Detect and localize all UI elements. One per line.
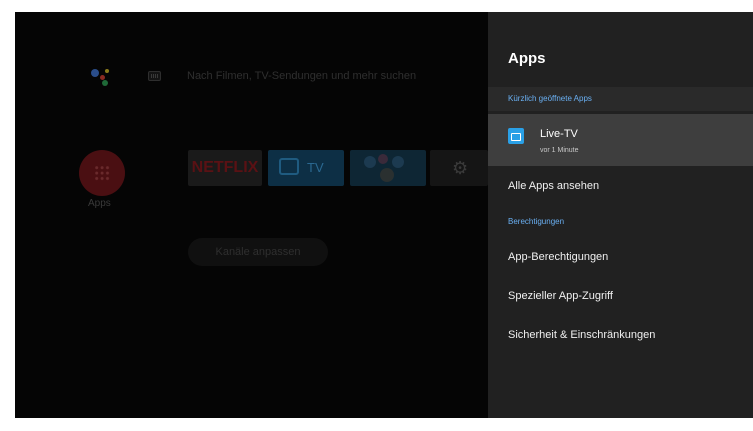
keyboard-icon[interactable] xyxy=(148,71,161,81)
games-tile[interactable] xyxy=(350,150,426,186)
google-assistant-icon[interactable] xyxy=(89,66,117,86)
netflix-tile[interactable]: NETFLIX xyxy=(188,150,262,186)
recent-apps-header: Kürzlich geöffnete Apps xyxy=(488,87,753,111)
apps-side-panel: Apps Kürzlich geöffnete Apps Live-TV vor… xyxy=(488,12,753,418)
recent-apps-header-label: Kürzlich geöffnete Apps xyxy=(508,94,592,103)
security-restrictions-item[interactable]: Sicherheit & Einschränkungen xyxy=(488,321,753,351)
recent-app-time: vor 1 Minute xyxy=(540,147,579,154)
settings-tile[interactable]: ⚙ xyxy=(430,150,488,186)
security-restrictions-label: Sicherheit & Einschränkungen xyxy=(508,329,656,341)
panel-title: Apps xyxy=(508,50,546,67)
search-bar[interactable]: Nach Filmen, TV-Sendungen und mehr suche… xyxy=(187,70,416,82)
recent-app-name: Live-TV xyxy=(540,128,578,140)
tv-tile[interactable]: TV xyxy=(268,150,344,186)
special-app-access-label: Spezieller App-Zugriff xyxy=(508,290,613,302)
special-app-access-item[interactable]: Spezieller App-Zugriff xyxy=(488,282,753,312)
app-permissions-item[interactable]: App-Berechtigungen xyxy=(488,243,753,273)
permissions-header: Berechtigungen xyxy=(488,210,753,234)
tv-icon xyxy=(279,158,299,175)
live-tv-icon xyxy=(508,128,524,144)
apps-label: Apps xyxy=(88,198,111,209)
tv-screen: Nach Filmen, TV-Sendungen und mehr suche… xyxy=(15,12,753,418)
tv-tile-label: TV xyxy=(307,160,324,175)
gear-icon: ⚙ xyxy=(452,158,469,178)
see-all-apps-label: Alle Apps ansehen xyxy=(508,180,600,192)
permissions-header-label: Berechtigungen xyxy=(508,217,565,226)
app-permissions-label: App-Berechtigungen xyxy=(508,251,609,263)
customize-channels-button[interactable]: Kanäle anpassen xyxy=(188,238,328,266)
apps-button[interactable] xyxy=(79,150,125,196)
home-screen-dimmed: Nach Filmen, TV-Sendungen und mehr suche… xyxy=(15,12,488,418)
app-grid-icon xyxy=(94,165,110,181)
recent-app-live-tv[interactable]: Live-TV vor 1 Minute xyxy=(488,114,753,166)
see-all-apps-item[interactable]: Alle Apps ansehen xyxy=(488,172,753,202)
